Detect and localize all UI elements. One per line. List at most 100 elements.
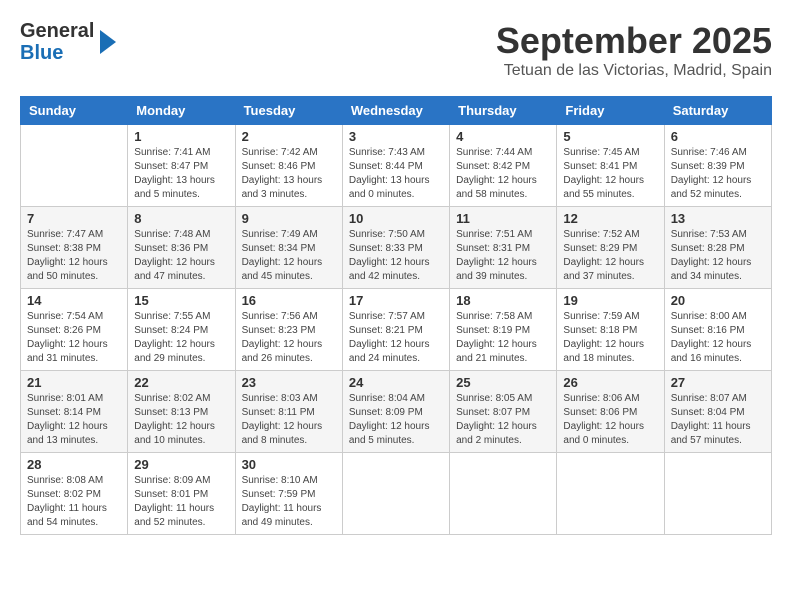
calendar-cell: 6 Sunrise: 7:46 AMSunset: 8:39 PMDaylight…	[664, 125, 771, 207]
day-number: 19	[563, 293, 657, 308]
calendar-cell: 15Sunrise: 7:55 AMSunset: 8:24 PMDayligh…	[128, 289, 235, 371]
day-info: Sunrise: 8:07 AMSunset: 8:04 PMDaylight:…	[671, 392, 765, 448]
weekday-header-row: SundayMondayTuesdayWednesdayThursdayFrid…	[21, 97, 772, 125]
day-number: 20	[671, 293, 765, 308]
calendar-cell: 27 Sunrise: 8:07 AMSunset: 8:04 PMDayligh…	[664, 371, 771, 453]
day-number: 9	[242, 211, 336, 226]
day-info: Sunrise: 7:55 AMSunset: 8:24 PMDaylight:…	[134, 310, 228, 366]
calendar-cell: 10Sunrise: 7:50 AMSunset: 8:33 PMDayligh…	[342, 207, 449, 289]
day-number: 8	[134, 211, 228, 226]
calendar-cell: 24 Sunrise: 8:04 AMSunset: 8:09 PMDayligh…	[342, 371, 449, 453]
weekday-header: Tuesday	[235, 97, 342, 125]
day-number: 7	[27, 211, 121, 226]
calendar-week-row: 1 Sunrise: 7:41 AMSunset: 8:47 PMDaylight…	[21, 125, 772, 207]
day-number: 13	[671, 211, 765, 226]
day-number: 28	[27, 457, 121, 472]
day-number: 1	[134, 129, 228, 144]
calendar-week-row: 14 Sunrise: 7:54 AMSunset: 8:26 PMDayligh…	[21, 289, 772, 371]
calendar-cell: 5Sunrise: 7:45 AMSunset: 8:41 PMDaylight…	[557, 125, 664, 207]
day-number: 11	[456, 211, 550, 226]
weekday-header: Monday	[128, 97, 235, 125]
day-info: Sunrise: 7:43 AMSunset: 8:44 PMDaylight:…	[349, 146, 443, 202]
day-number: 4	[456, 129, 550, 144]
calendar-cell: 8Sunrise: 7:48 AMSunset: 8:36 PMDaylight…	[128, 207, 235, 289]
day-number: 30	[242, 457, 336, 472]
day-info: Sunrise: 8:08 AMSunset: 8:02 PMDaylight:…	[27, 474, 121, 530]
weekday-header: Saturday	[664, 97, 771, 125]
calendar-cell: 28 Sunrise: 8:08 AMSunset: 8:02 PMDayligh…	[21, 453, 128, 535]
day-info: Sunrise: 7:46 AMSunset: 8:39 PMDaylight:…	[671, 146, 765, 202]
day-info: Sunrise: 7:41 AMSunset: 8:47 PMDaylight:…	[134, 146, 228, 202]
calendar-cell: 30 Sunrise: 8:10 AMSunset: 7:59 PMDayligh…	[235, 453, 342, 535]
day-info: Sunrise: 7:57 AMSunset: 8:21 PMDaylight:…	[349, 310, 443, 366]
calendar-cell: 11 Sunrise: 7:51 AMSunset: 8:31 PMDayligh…	[450, 207, 557, 289]
weekday-header: Thursday	[450, 97, 557, 125]
calendar-cell	[664, 453, 771, 535]
day-info: Sunrise: 8:10 AMSunset: 7:59 PMDaylight:…	[242, 474, 336, 530]
day-number: 6	[671, 129, 765, 144]
weekday-header: Sunday	[21, 97, 128, 125]
calendar-cell: 23 Sunrise: 8:03 AMSunset: 8:11 PMDayligh…	[235, 371, 342, 453]
day-number: 24	[349, 375, 443, 390]
location-subtitle: Tetuan de las Victorias, Madrid, Spain	[496, 62, 772, 80]
calendar-cell: 14 Sunrise: 7:54 AMSunset: 8:26 PMDayligh…	[21, 289, 128, 371]
day-info: Sunrise: 7:52 AMSunset: 8:29 PMDaylight:…	[563, 228, 657, 284]
day-info: Sunrise: 7:47 AMSunset: 8:38 PMDaylight:…	[27, 228, 121, 284]
calendar-cell	[557, 453, 664, 535]
day-number: 10	[349, 211, 443, 226]
day-info: Sunrise: 8:03 AMSunset: 8:11 PMDaylight:…	[242, 392, 336, 448]
day-number: 2	[242, 129, 336, 144]
day-info: Sunrise: 8:09 AMSunset: 8:01 PMDaylight:…	[134, 474, 228, 530]
day-number: 17	[349, 293, 443, 308]
day-number: 26	[563, 375, 657, 390]
calendar-cell: 4Sunrise: 7:44 AMSunset: 8:42 PMDaylight…	[450, 125, 557, 207]
calendar-cell: 21Sunrise: 8:01 AMSunset: 8:14 PMDayligh…	[21, 371, 128, 453]
calendar-week-row: 28 Sunrise: 8:08 AMSunset: 8:02 PMDayligh…	[21, 453, 772, 535]
calendar-cell: 20 Sunrise: 8:00 AMSunset: 8:16 PMDayligh…	[664, 289, 771, 371]
calendar-week-row: 21Sunrise: 8:01 AMSunset: 8:14 PMDayligh…	[21, 371, 772, 453]
day-info: Sunrise: 7:51 AMSunset: 8:31 PMDaylight:…	[456, 228, 550, 284]
calendar-cell: 2 Sunrise: 7:42 AMSunset: 8:46 PMDaylight…	[235, 125, 342, 207]
day-info: Sunrise: 7:56 AMSunset: 8:23 PMDaylight:…	[242, 310, 336, 366]
calendar-cell: 19 Sunrise: 7:59 AMSunset: 8:18 PMDayligh…	[557, 289, 664, 371]
day-info: Sunrise: 8:04 AMSunset: 8:09 PMDaylight:…	[349, 392, 443, 448]
day-info: Sunrise: 7:59 AMSunset: 8:18 PMDaylight:…	[563, 310, 657, 366]
calendar-cell: 7 Sunrise: 7:47 AMSunset: 8:38 PMDaylight…	[21, 207, 128, 289]
day-info: Sunrise: 7:45 AMSunset: 8:41 PMDaylight:…	[563, 146, 657, 202]
logo-text-blue: Blue	[20, 42, 94, 64]
day-number: 23	[242, 375, 336, 390]
day-info: Sunrise: 7:42 AMSunset: 8:46 PMDaylight:…	[242, 146, 336, 202]
header: General Blue September 2025 Tetuan de la…	[20, 20, 772, 80]
day-number: 27	[671, 375, 765, 390]
day-number: 22	[134, 375, 228, 390]
day-info: Sunrise: 8:00 AMSunset: 8:16 PMDaylight:…	[671, 310, 765, 366]
calendar-cell	[21, 125, 128, 207]
day-info: Sunrise: 8:02 AMSunset: 8:13 PMDaylight:…	[134, 392, 228, 448]
day-number: 14	[27, 293, 121, 308]
calendar-cell: 17 Sunrise: 7:57 AMSunset: 8:21 PMDayligh…	[342, 289, 449, 371]
calendar-cell: 9 Sunrise: 7:49 AMSunset: 8:34 PMDaylight…	[235, 207, 342, 289]
calendar-cell	[342, 453, 449, 535]
day-number: 25	[456, 375, 550, 390]
month-title: September 2025	[496, 20, 772, 62]
calendar-cell: 22 Sunrise: 8:02 AMSunset: 8:13 PMDayligh…	[128, 371, 235, 453]
day-number: 29	[134, 457, 228, 472]
weekday-header: Wednesday	[342, 97, 449, 125]
day-info: Sunrise: 7:54 AMSunset: 8:26 PMDaylight:…	[27, 310, 121, 366]
day-number: 3	[349, 129, 443, 144]
weekday-header: Friday	[557, 97, 664, 125]
calendar-cell: 1 Sunrise: 7:41 AMSunset: 8:47 PMDaylight…	[128, 125, 235, 207]
day-info: Sunrise: 7:53 AMSunset: 8:28 PMDaylight:…	[671, 228, 765, 284]
calendar-cell: 12Sunrise: 7:52 AMSunset: 8:29 PMDayligh…	[557, 207, 664, 289]
day-info: Sunrise: 7:58 AMSunset: 8:19 PMDaylight:…	[456, 310, 550, 366]
day-info: Sunrise: 8:06 AMSunset: 8:06 PMDaylight:…	[563, 392, 657, 448]
title-area: September 2025 Tetuan de las Victorias, …	[496, 20, 772, 80]
day-number: 16	[242, 293, 336, 308]
calendar-cell: 16 Sunrise: 7:56 AMSunset: 8:23 PMDayligh…	[235, 289, 342, 371]
calendar-cell	[450, 453, 557, 535]
calendar-cell: 3 Sunrise: 7:43 AMSunset: 8:44 PMDaylight…	[342, 125, 449, 207]
day-info: Sunrise: 7:49 AMSunset: 8:34 PMDaylight:…	[242, 228, 336, 284]
logo-arrow-icon	[96, 26, 120, 58]
calendar-table: SundayMondayTuesdayWednesdayThursdayFrid…	[20, 96, 772, 535]
day-info: Sunrise: 8:01 AMSunset: 8:14 PMDaylight:…	[27, 392, 121, 448]
